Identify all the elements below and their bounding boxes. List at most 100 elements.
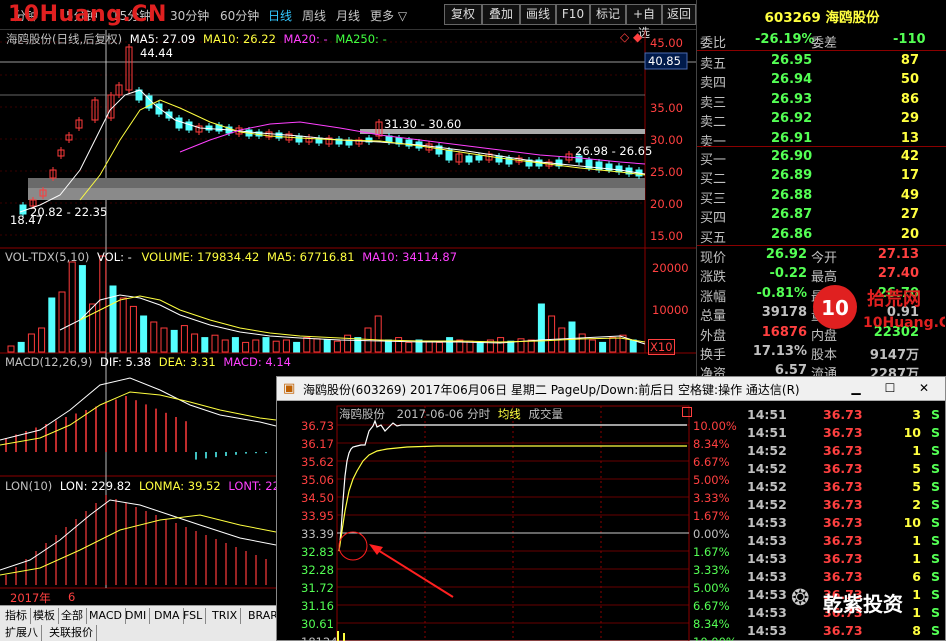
book-price: 26.93: [771, 91, 813, 107]
lon-header: LON(10) LON: 229.82 LONMA: 39.52 LONT: 2…: [5, 479, 287, 493]
intraday-price-axis-label: 36.17: [301, 437, 334, 451]
bid-row[interactable]: 买三 26.88 49: [697, 187, 946, 207]
intraday-date: 2017-06-06 分时: [396, 407, 491, 421]
ask-row[interactable]: 卖四 26.94 50: [697, 71, 946, 91]
panel-divider: [697, 245, 946, 246]
volume-title: VOL-TDX(5,10): [5, 250, 90, 264]
tick-volume: 8: [912, 623, 921, 638]
volume-bar: [119, 297, 127, 353]
tab-extended-0[interactable]: 扩展八: [2, 625, 42, 641]
tick-price: 36.73: [823, 623, 863, 638]
minimize-button[interactable]: ▁: [843, 379, 869, 398]
tick-row[interactable]: 14:53 36.73 10 S: [747, 515, 945, 533]
intraday-pct-axis-label: 0.00%: [693, 527, 730, 541]
maximize-button[interactable]: ☐: [877, 379, 903, 398]
tick-row[interactable]: 14:52 36.73 2 S: [747, 497, 945, 515]
annotation-right: 26.98 - 26.65: [575, 144, 653, 158]
book-price: 26.94: [771, 72, 813, 88]
macd-header: MACD(12,26,9) DIF: 5.38 DEA: 3.31 MACD: …: [5, 355, 291, 369]
tick-time: 14:52: [747, 479, 787, 494]
ask-row[interactable]: 卖三 26.93 86: [697, 91, 946, 111]
annotation-high: 44.44: [140, 46, 173, 60]
annotation-low: 18.47: [10, 213, 43, 227]
svg-text:10: 10: [821, 296, 849, 320]
volume-bar: [446, 337, 454, 353]
intraday-price-axis-label: 35.62: [301, 455, 334, 469]
intraday-pct-axis-label: 1.67%: [693, 509, 730, 523]
tab-extended-1[interactable]: 关联报价: [46, 625, 97, 641]
intraday-title: 海鸥股份: [339, 407, 385, 421]
tick-row[interactable]: 14:52 36.73 5 S: [747, 479, 945, 497]
tick-volume: 3: [912, 407, 921, 422]
candle-body: [475, 155, 483, 161]
macd-title: MACD(12,26,9): [5, 355, 93, 369]
intraday-pct-axis-label: 6.67%: [693, 599, 730, 613]
book-label: 卖二: [700, 115, 727, 131]
bid-row[interactable]: 买一 26.90 42: [697, 148, 946, 168]
intraday-chart[interactable]: [277, 401, 747, 641]
tick-volume: 1: [912, 551, 921, 566]
wechat-icon: ❂: [791, 586, 810, 611]
webi-label: 委比: [700, 36, 727, 51]
volume-bar: [7, 345, 15, 353]
stat-label: 换手: [700, 348, 727, 363]
candle-body: [185, 121, 193, 131]
tick-row[interactable]: 14:53 36.73 8 S: [747, 623, 945, 641]
close-button[interactable]: ✕: [911, 379, 937, 398]
tick-row[interactable]: 14:51 36.73 10 S: [747, 425, 945, 443]
tab-indicator-7[interactable]: TRIX: [209, 608, 242, 624]
volume-bar: [354, 337, 362, 353]
volume-bar: [68, 261, 76, 353]
popup-titlebar[interactable]: ▣ 海鸥股份(603269) 2017年06月06日 星期二 PageUp/Do…: [277, 377, 945, 401]
brand-text: 拾荒网: [867, 288, 921, 310]
volume-bar: [140, 315, 148, 353]
tab-indicator-2[interactable]: 全部: [58, 608, 87, 624]
intraday-price-axis-label: 31.16: [301, 599, 334, 613]
tick-row[interactable]: 14:53 36.73 1 S: [747, 551, 945, 569]
date-axis-year: 2017年: [10, 591, 51, 605]
lon-title: LON(10): [5, 479, 53, 493]
book-label: 卖五: [700, 57, 727, 72]
volume-bar: [568, 321, 576, 353]
tick-time: 14:53: [747, 551, 787, 566]
book-label: 卖三: [700, 95, 727, 111]
tick-row[interactable]: 14:53 36.73 1 S: [747, 533, 945, 551]
tick-row[interactable]: 14:51 36.73 3 S: [747, 407, 945, 425]
chart-settings-icon[interactable]: ◇ ◆: [620, 30, 642, 44]
tick-row[interactable]: 14:52 36.73 5 S: [747, 461, 945, 479]
volume-bar: [231, 337, 239, 353]
bid-row[interactable]: 买五 26.86 20: [697, 226, 946, 246]
bid-row[interactable]: 买二 26.89 17: [697, 167, 946, 188]
tab-indicator-1[interactable]: 模板: [30, 608, 59, 624]
price-axis-15: 15.00: [650, 229, 683, 243]
bid-row[interactable]: 买四 26.87 27: [697, 206, 946, 226]
tab-indicator-4[interactable]: DMI: [122, 608, 151, 624]
book-label: 买二: [700, 172, 727, 188]
stat-label-2: 股本: [811, 348, 838, 363]
tab-indicator-6[interactable]: FSL: [180, 608, 207, 624]
tab-indicator-0[interactable]: 指标: [2, 608, 31, 624]
wechat-brand: ❂ 乾紫投资: [787, 582, 946, 622]
volume-bar: [384, 339, 392, 353]
kline-title: 海鸥股份(日线,后复权) MA5: 27.09 MA10: 26.22 MA20…: [6, 31, 387, 47]
date-axis-month: 6: [68, 590, 76, 604]
ask-row[interactable]: 卖二 26.92 29: [697, 110, 946, 131]
tick-side: S: [931, 443, 941, 458]
book-price: 26.88: [771, 187, 813, 203]
volume-bar: [395, 337, 403, 353]
popup-chart-option-icon[interactable]: [682, 407, 692, 417]
tick-time: 14:51: [747, 425, 787, 440]
intraday-pct-axis-label: 5.00%: [693, 473, 730, 487]
ask-row[interactable]: 卖五 26.95 87: [697, 52, 946, 72]
tab-indicator-5[interactable]: DMA: [151, 608, 184, 624]
volume-bar: [211, 334, 219, 353]
volume-bar: [548, 315, 556, 353]
stat-row: 现价 26.92 今开 27.13: [697, 246, 946, 266]
intraday-popup[interactable]: ▣ 海鸥股份(603269) 2017年06月06日 星期二 PageUp/Do…: [276, 376, 946, 641]
tick-row[interactable]: 14:52 36.73 1 S: [747, 443, 945, 461]
tab-indicator-3[interactable]: MACD: [86, 608, 126, 624]
volume-bar: [27, 333, 35, 353]
intraday-price-axis-label: 33.39: [301, 527, 334, 541]
book-volume: 13: [900, 130, 919, 146]
intraday-price-axis-label: 34.50: [301, 491, 334, 505]
